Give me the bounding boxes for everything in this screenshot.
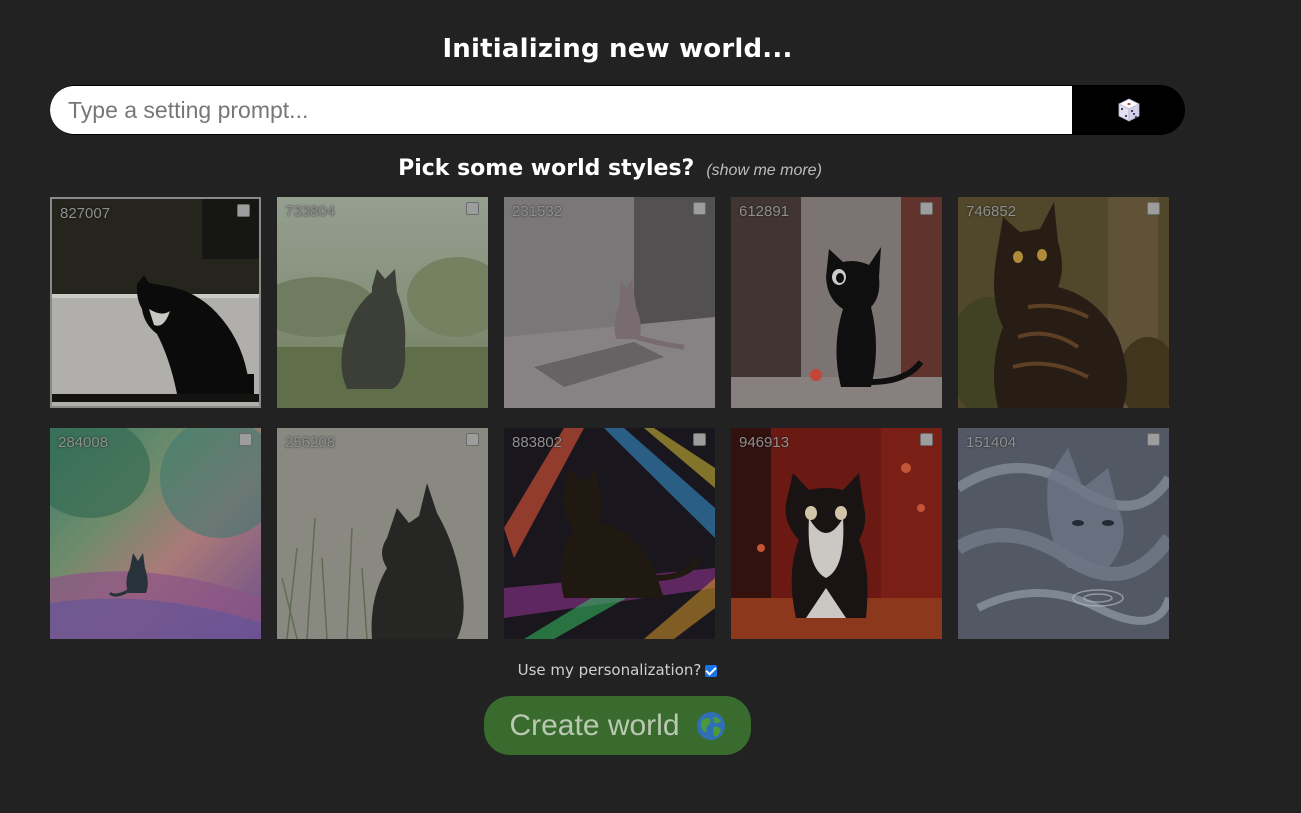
page-title: Initializing new world... bbox=[442, 34, 793, 64]
style-tile[interactable]: 284008 bbox=[50, 428, 261, 639]
style-tile[interactable]: 746852 bbox=[958, 197, 1169, 408]
dice-icon bbox=[1117, 98, 1140, 122]
tile-checkbox[interactable] bbox=[237, 204, 250, 217]
tile-checkbox[interactable] bbox=[693, 202, 706, 215]
style-tile[interactable]: 827007 bbox=[50, 197, 261, 408]
tile-checkbox[interactable] bbox=[239, 433, 252, 446]
tile-checkbox[interactable] bbox=[1147, 433, 1160, 446]
tile-checkbox[interactable] bbox=[920, 202, 933, 215]
tile-id: 746852 bbox=[966, 203, 1017, 220]
tile-id: 733804 bbox=[285, 203, 336, 220]
tile-checkbox[interactable] bbox=[1147, 202, 1160, 215]
tile-id: 151404 bbox=[966, 434, 1017, 451]
style-tile[interactable]: 151404 bbox=[958, 428, 1169, 639]
show-more-link[interactable]: (show me more) bbox=[706, 162, 822, 179]
style-tile[interactable]: 883802 bbox=[504, 428, 715, 639]
style-tile[interactable]: 256208 bbox=[277, 428, 488, 639]
create-world-button[interactable]: Create world bbox=[484, 696, 751, 755]
tile-checkbox[interactable] bbox=[920, 433, 933, 446]
tile-id: 827007 bbox=[60, 205, 111, 222]
tile-checkbox[interactable] bbox=[466, 202, 479, 215]
tile-id: 256208 bbox=[285, 434, 336, 451]
style-tile[interactable]: 946913 bbox=[731, 428, 942, 639]
personalization-row: Use my personalization? bbox=[0, 661, 1235, 679]
styles-heading: Pick some world styles? (show me more) bbox=[0, 156, 1220, 181]
tile-id: 883802 bbox=[512, 434, 563, 451]
style-tile[interactable]: 231532 bbox=[504, 197, 715, 408]
tile-id: 284008 bbox=[58, 434, 109, 451]
setting-prompt-input[interactable] bbox=[50, 86, 1072, 134]
globe-icon bbox=[696, 711, 725, 740]
create-world-label: Create world bbox=[509, 708, 680, 742]
prompt-bar bbox=[50, 85, 1185, 135]
tile-id: 946913 bbox=[739, 434, 790, 451]
tile-checkbox[interactable] bbox=[693, 433, 706, 446]
random-prompt-button[interactable] bbox=[1072, 85, 1185, 135]
style-tile[interactable]: 733804 bbox=[277, 197, 488, 408]
style-tile[interactable]: 612891 bbox=[731, 197, 942, 408]
world-init-page: Initializing new world... Pick some worl… bbox=[0, 0, 1301, 813]
styles-heading-text: Pick some world styles? bbox=[398, 156, 695, 181]
tile-id: 612891 bbox=[739, 203, 790, 220]
personalization-checkbox[interactable] bbox=[705, 665, 718, 677]
personalization-label: Use my personalization? bbox=[517, 661, 702, 679]
tile-checkbox[interactable] bbox=[466, 433, 479, 446]
tile-id: 231532 bbox=[512, 203, 563, 220]
